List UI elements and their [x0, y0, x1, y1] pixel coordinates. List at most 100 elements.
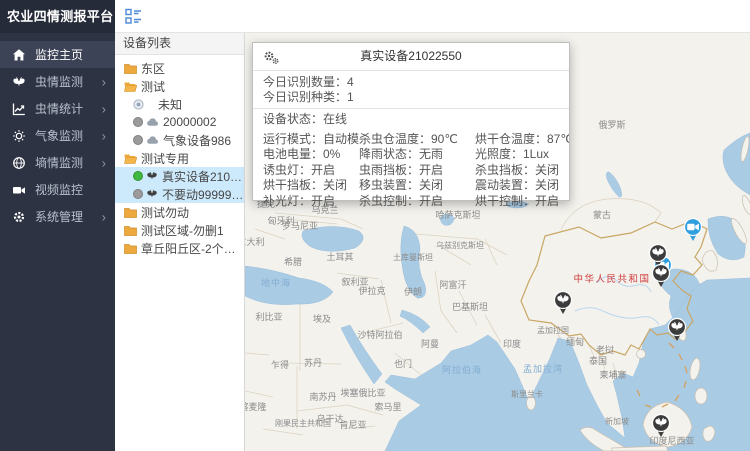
- sidebar-item-label: 虫情统计: [35, 100, 83, 117]
- map-label: 埃及: [313, 313, 331, 324]
- chevron-right-icon: ›: [102, 75, 106, 88]
- device-info-popup: 真实设备21022550 今日识别数量：4 今日识别种类：1 设备状态：在线 运…: [252, 42, 570, 201]
- app-title: 农业四情测报平台: [0, 0, 115, 33]
- tree-folder-test-area[interactable]: 测试区域-勿删1: [115, 221, 244, 239]
- unknown-marker-icon: [133, 99, 144, 110]
- status-dot-gray: [133, 117, 143, 127]
- map-label: 伊朗: [404, 286, 422, 297]
- moth-icon: [146, 188, 158, 200]
- map-label: 沙特阿拉伯: [357, 329, 402, 340]
- tree-item-label: 东区: [141, 60, 165, 77]
- map-label: 印度: [503, 338, 521, 349]
- map-label-sea: 孟加拉湾: [523, 363, 563, 374]
- map-label: 蒙古: [593, 209, 611, 220]
- popup-header: 真实设备21022550: [253, 43, 569, 71]
- map-label: 希腊: [284, 256, 302, 267]
- tree-folder-test[interactable]: 测试: [115, 77, 244, 95]
- detail-cell: 烘干仓温度：87℃: [475, 132, 569, 147]
- status-dot-gray: [133, 135, 143, 145]
- tree-item-label: 测试专用: [141, 150, 189, 167]
- map-label: 南苏丹: [309, 391, 336, 402]
- tree-device-weather[interactable]: 20000002: [115, 113, 244, 131]
- map-label: 斯里兰卡: [511, 389, 543, 399]
- tree-item-label: 章丘阳丘区-2个摄像头: [141, 240, 244, 257]
- map-label: 也门: [394, 358, 412, 369]
- folder-icon: [124, 225, 137, 236]
- stat-row: 今日识别数量：4: [253, 75, 569, 90]
- org-list-icon[interactable]: [125, 8, 142, 25]
- chevron-right-icon: ›: [102, 102, 106, 115]
- chevron-right-icon: ›: [102, 210, 106, 223]
- sidebar-item-weather-monitor[interactable]: 气象监测 ›: [0, 122, 115, 149]
- map-label-sea: 阿拉伯海: [442, 364, 482, 375]
- map-label: 喀麦隆: [245, 401, 267, 412]
- map-label: 土耳其: [326, 251, 353, 262]
- folder-icon: [124, 63, 137, 74]
- tree-device-weather[interactable]: 气象设备986: [115, 131, 244, 149]
- detail-cell: 诱虫灯：开启: [263, 163, 359, 178]
- map-label-china: 中华人民共和国: [573, 273, 650, 285]
- popup-status-section: 设备状态：在线: [253, 108, 569, 129]
- detail-cell: 杀虫仓温度：90℃: [359, 132, 475, 147]
- map-label: 孟加拉国: [537, 325, 569, 335]
- home-icon: [12, 48, 26, 62]
- globe-icon: [12, 156, 26, 170]
- sidebar-item-label: 视频监控: [35, 181, 83, 198]
- map-label: 伊拉克: [358, 285, 385, 296]
- gear-icon: [12, 210, 26, 224]
- map-label: 印度尼西亚: [649, 435, 694, 446]
- map-label: 俄罗斯: [598, 119, 625, 130]
- detail-cell: 烘干控制：开启: [475, 194, 569, 209]
- map-label: 缅甸: [566, 336, 584, 347]
- map-label: 罗马尼亚: [282, 221, 318, 231]
- sidebar-menu: 监控主页 虫情监测 › 虫情统计 › 气象监测: [0, 41, 115, 230]
- detail-cell: 杀虫控制：开启: [359, 194, 475, 209]
- map-label: 乍得: [271, 359, 289, 370]
- map-label: 肯尼亚: [339, 419, 366, 430]
- device-status-row: 设备状态：在线: [253, 112, 569, 127]
- tree-item-label: 未知: [158, 96, 182, 113]
- sidebar-item-monitor-home[interactable]: 监控主页: [0, 41, 115, 68]
- tree-folder-zhangqiu[interactable]: 章丘阳丘区-2个摄像头: [115, 239, 244, 257]
- chart-icon: [12, 102, 26, 116]
- tree-item-label: 真实设备21022550: [162, 168, 244, 185]
- popup-stats: 今日识别数量：4 今日识别种类：1: [253, 71, 569, 108]
- cloud-icon: [146, 135, 159, 145]
- tree-item-label: 气象设备986: [163, 132, 231, 149]
- moth-icon: [12, 75, 26, 89]
- tree-device-unknown[interactable]: 未知: [115, 95, 244, 113]
- detail-cell: 降雨状态：无雨: [359, 147, 475, 162]
- tree-device-donottouch-selected[interactable]: 不要动99999999: [115, 185, 244, 203]
- sidebar-item-label: 墒情监测: [35, 154, 83, 171]
- tree-device-real-selected[interactable]: 真实设备21022550: [115, 167, 244, 185]
- map-label: 阿曼: [421, 339, 439, 349]
- sidebar-item-system-admin[interactable]: 系统管理 ›: [0, 203, 115, 230]
- device-panel: 设备列表 东区 测试 未知 20000002 气: [115, 33, 245, 451]
- sidebar-item-video-monitor[interactable]: 视频监控: [0, 176, 115, 203]
- detail-cell: 补光灯：开启: [263, 194, 359, 209]
- status-dot-gray: [133, 189, 143, 199]
- sun-icon: [12, 129, 26, 143]
- popup-detail-grid: 运行模式：自动模式 杀虫仓温度：90℃ 烘干仓温度：87℃ 电池电量：0% 降雨…: [253, 129, 569, 209]
- gears-icon[interactable]: [263, 49, 280, 65]
- sidebar-item-soil-monitor[interactable]: 墒情监测 ›: [0, 149, 115, 176]
- detail-cell: 震动装置：关闭: [475, 178, 569, 193]
- map-label: 乌兹别克斯坦: [436, 240, 484, 250]
- tree-item-label: 不要动99999999: [162, 186, 244, 203]
- sidebar-item-insect-stats[interactable]: 虫情统计 ›: [0, 95, 115, 122]
- sidebar-item-label: 监控主页: [35, 46, 83, 63]
- detail-cell: 运行模式：自动模式: [263, 132, 359, 147]
- map-label: 苏丹: [304, 357, 322, 368]
- tree-item-label: 测试区域-勿删1: [141, 222, 224, 239]
- tree-folder-test-dedicated[interactable]: 测试专用: [115, 149, 244, 167]
- tree-item-label: 20000002: [163, 115, 216, 129]
- topbar: [115, 0, 750, 33]
- popup-title: 真实设备21022550: [360, 49, 461, 63]
- sidebar-item-insect-monitor[interactable]: 虫情监测 ›: [0, 68, 115, 95]
- tree-folder-east[interactable]: 东区: [115, 59, 244, 77]
- tree-folder-test-donotmove[interactable]: 测试勿动: [115, 203, 244, 221]
- sidebar-item-label: 系统管理: [35, 208, 83, 225]
- map-label: 新加坡: [605, 416, 629, 426]
- folder-icon: [124, 243, 137, 254]
- chevron-right-icon: ›: [102, 129, 106, 142]
